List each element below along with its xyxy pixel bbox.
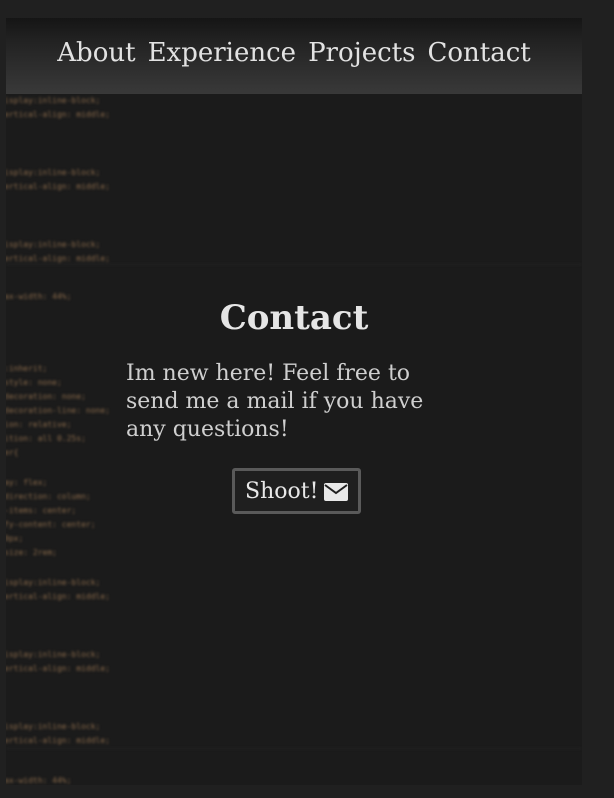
code-line: size: 2rem;	[6, 548, 57, 557]
code-line: er{	[6, 448, 19, 457]
nav-link-experience[interactable]: Experience	[148, 38, 297, 68]
code-line: ertical-align: middle;	[6, 664, 110, 673]
envelope-icon	[324, 482, 349, 501]
code-line: decoration-line: none;	[6, 406, 110, 415]
code-line: :inherit;	[6, 364, 48, 373]
contact-heading: Contact	[219, 298, 369, 338]
code-line: 0px;	[6, 534, 24, 543]
code-line: ay: flex;	[6, 478, 48, 487]
code-line: -items: center;	[6, 506, 77, 515]
code-line: ertical-align: middle;	[6, 736, 110, 745]
code-line: decoration: none;	[6, 392, 86, 401]
top-navigation-bar: About Experience Projects Contact	[6, 18, 582, 94]
code-line: isplay:inline-block;	[6, 240, 101, 249]
code-line: fy-content: center;	[6, 520, 96, 529]
divider	[6, 748, 582, 749]
code-line: ax-width: 44%;	[6, 776, 72, 785]
code-line: isplay:inline-block;	[6, 722, 101, 731]
code-line: isplay:inline-block;	[6, 96, 101, 105]
code-line: ion: relative;	[6, 420, 72, 429]
nav-link-about[interactable]: About	[57, 38, 135, 68]
shoot-mail-button[interactable]: Shoot!	[232, 468, 362, 514]
divider	[6, 264, 582, 265]
code-line: isplay:inline-block;	[6, 650, 101, 659]
code-line: isplay:inline-block;	[6, 578, 101, 587]
nav-link-projects[interactable]: Projects	[308, 38, 415, 68]
code-line: direction: column;	[6, 492, 91, 501]
contact-description: Im new here! Feel free to send me a mail…	[126, 361, 424, 442]
page-viewport: isplay:inline-block; ertical-align: midd…	[6, 18, 582, 785]
code-line: ition: all 0.25s;	[6, 434, 86, 443]
nav-link-contact[interactable]: Contact	[427, 38, 530, 68]
code-line: ertical-align: middle;	[6, 182, 110, 191]
code-line: isplay:inline-block;	[6, 168, 101, 177]
code-line: ertical-align: middle;	[6, 110, 110, 119]
code-line: ertical-align: middle;	[6, 592, 110, 601]
shoot-button-label: Shoot!	[245, 478, 319, 504]
main-nav: About Experience Projects Contact	[6, 38, 582, 68]
code-line: style: none;	[6, 378, 62, 387]
